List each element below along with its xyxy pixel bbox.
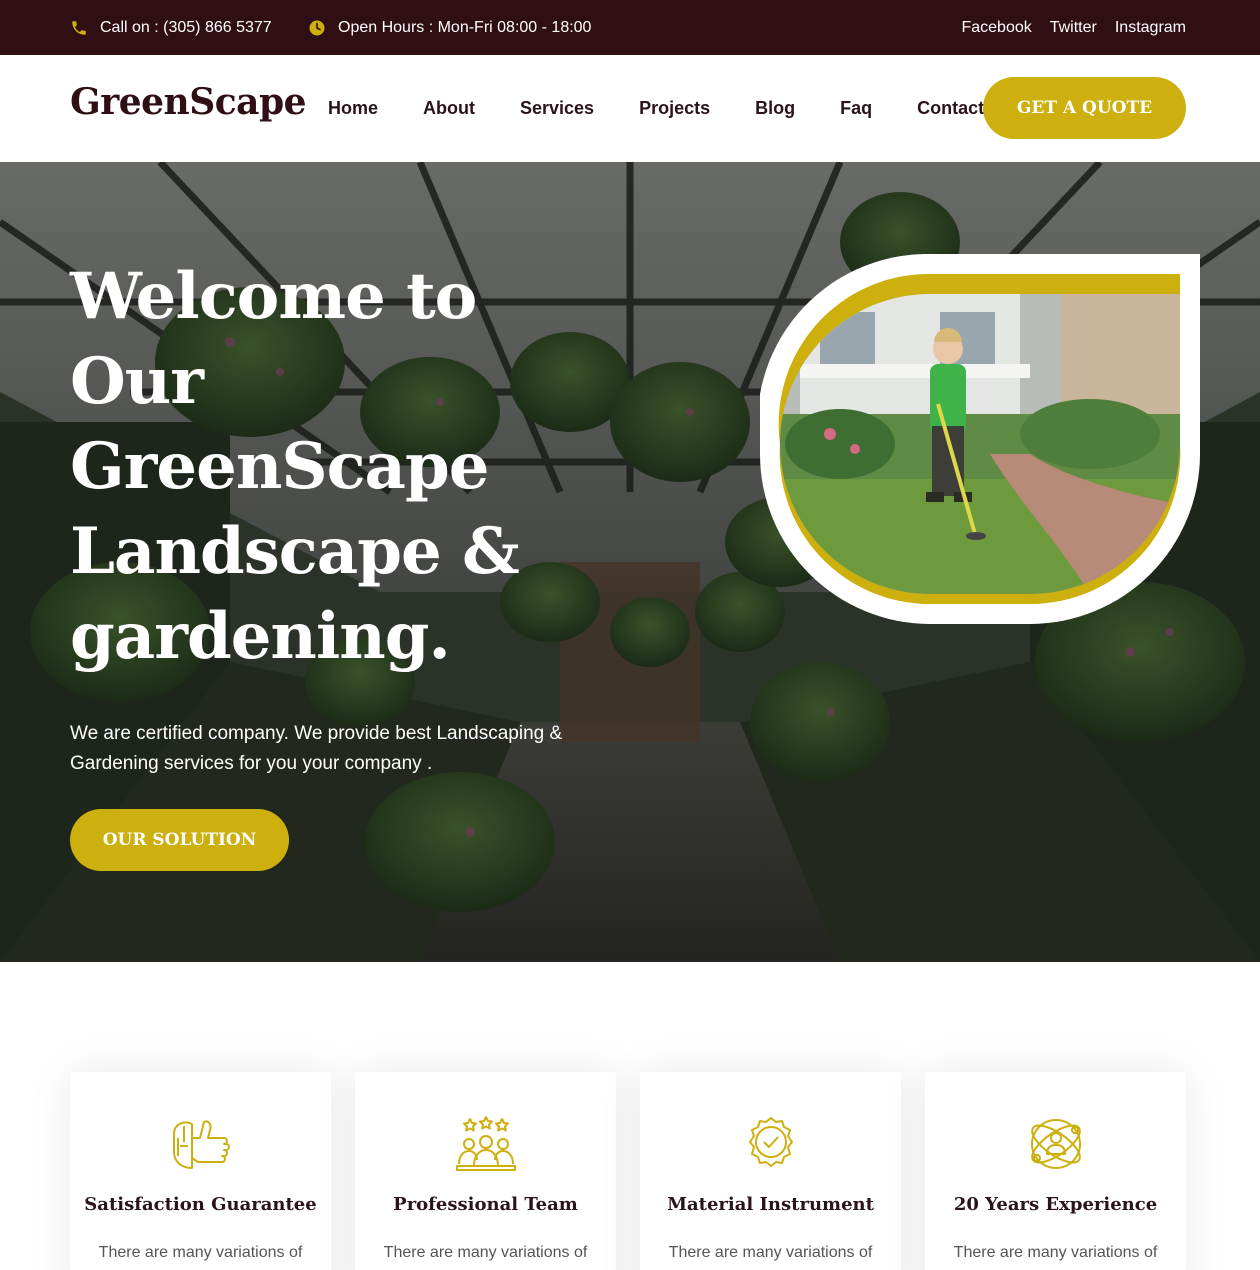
feature-card: Material Instrument There are many varia… [640, 1072, 901, 1270]
main-menu: Home About Services Projects Blog Faq Co… [328, 55, 984, 162]
feature-title: 20 Years Experience [953, 1194, 1158, 1215]
instagram-link[interactable]: Instagram [1115, 19, 1186, 37]
nav-item-blog[interactable]: Blog [755, 98, 795, 119]
gardener-photo [760, 254, 1200, 624]
features-section: Satisfaction Guarantee There are many va… [0, 962, 1260, 1270]
nav-item-about[interactable]: About [423, 98, 475, 119]
social-links: Facebook Twitter Instagram [961, 0, 1186, 55]
hours-info: Open Hours : Mon-Fri 08:00 - 18:00 [308, 0, 591, 55]
nav-item-home[interactable]: Home [328, 98, 378, 119]
hero-title-line: Landscape & [70, 514, 520, 589]
feature-title: Material Instrument [667, 1194, 874, 1215]
facebook-link[interactable]: Facebook [961, 19, 1031, 37]
clock-icon [308, 19, 326, 37]
thumbs-up-icon [173, 1120, 230, 1169]
top-bar: Call on : (305) 866 5377 Open Hours : Mo… [0, 0, 1260, 55]
feature-text: There are many variations of [953, 1244, 1158, 1261]
feature-title: Professional Team [393, 1194, 578, 1215]
phone-text[interactable]: Call on : (305) 866 5377 [100, 19, 272, 37]
hero-title: Welcome to Our GreenScape Landscape & ga… [70, 254, 630, 679]
team-stars-icon [456, 1116, 516, 1171]
experience-orbit-icon [1031, 1119, 1081, 1169]
nav-item-projects[interactable]: Projects [639, 98, 710, 119]
nav-item-faq[interactable]: Faq [840, 98, 872, 119]
feature-card: Professional Team There are many variati… [355, 1072, 616, 1270]
feature-card: Satisfaction Guarantee There are many va… [70, 1072, 331, 1270]
hero-title-line: gardening. [70, 599, 451, 674]
nav-item-contact[interactable]: Contact [917, 98, 984, 119]
our-solution-button[interactable]: OUR SOLUTION [70, 809, 289, 871]
phone-icon [70, 19, 88, 37]
feature-title: Satisfaction Guarantee [84, 1194, 317, 1215]
hero-title-line: Welcome to [70, 259, 477, 334]
feature-text: There are many variations of [98, 1244, 303, 1261]
feature-text: There are many variations of [383, 1244, 588, 1261]
site-logo[interactable]: GreenScape [70, 81, 307, 123]
hero-section: Welcome to Our GreenScape Landscape & ga… [0, 162, 1260, 962]
twitter-link[interactable]: Twitter [1050, 19, 1097, 37]
hero-title-line: GreenScape [70, 429, 489, 504]
feature-text: There are many variations of [668, 1244, 873, 1261]
hours-text: Open Hours : Mon-Fri 08:00 - 18:00 [338, 18, 592, 36]
feature-card: 20 Years Experience There are many varia… [925, 1072, 1186, 1270]
hero-description-line: Gardening services for you your company … [70, 753, 433, 774]
main-navbar: GreenScape Home About Services Projects … [0, 55, 1260, 162]
quality-badge-icon [749, 1117, 793, 1167]
nav-item-services[interactable]: Services [520, 98, 594, 119]
hero-description-line: We are certified company. We provide bes… [70, 723, 563, 744]
hero-description: We are certified company. We provide bes… [70, 719, 610, 779]
hero-title-line: Our [70, 344, 204, 419]
phone-info: Call on : (305) 866 5377 [70, 0, 272, 55]
get-a-quote-button[interactable]: GET A QUOTE [983, 77, 1186, 139]
